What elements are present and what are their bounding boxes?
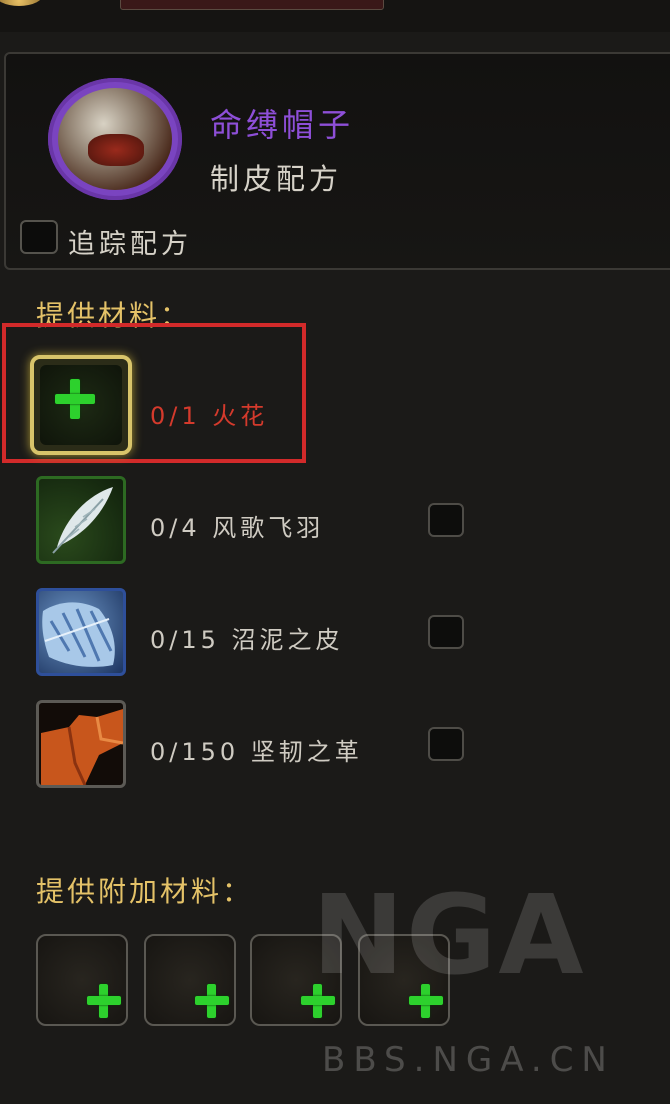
reagent-name: 风歌飞羽 <box>212 514 325 542</box>
reagent-slot-feather[interactable] <box>36 476 126 564</box>
reagent-name: 坚韧之革 <box>250 738 363 766</box>
reagent-name: 沼泥之皮 <box>231 626 344 654</box>
recipe-type: 制皮配方 <box>210 162 343 196</box>
track-recipe-label[interactable]: 追踪配方 <box>68 222 192 261</box>
blue-hide-icon <box>42 602 115 667</box>
leather-icon <box>41 709 123 785</box>
reagent-checkbox-feather[interactable] <box>428 503 464 537</box>
watermark-url: BBS.NGA.CN <box>322 1040 615 1080</box>
recipe-name: 命缚帽子 <box>210 106 355 144</box>
top-button[interactable] <box>120 0 384 10</box>
recipe-icon[interactable] <box>48 78 182 200</box>
reagent-count: 0/150 <box>150 738 240 766</box>
optional-reagent-slot-1[interactable] <box>36 934 128 1026</box>
reagent-row-leather: 0/150 坚韧之革 <box>150 732 363 767</box>
add-plus-icon <box>55 379 95 419</box>
reagent-slot-leather[interactable] <box>36 700 126 788</box>
watermark-logo: NGA <box>312 871 586 999</box>
reagent-count: 0/4 <box>150 514 201 542</box>
coin-icon <box>0 0 44 6</box>
reagent-slot-hide[interactable] <box>36 588 126 676</box>
feather-icon <box>52 487 113 554</box>
add-plus-icon <box>195 984 229 1018</box>
top-bar <box>0 0 670 32</box>
optional-reagent-slot-2[interactable] <box>144 934 236 1026</box>
reagent-row-feather: 0/4 风歌飞羽 <box>150 508 324 543</box>
reagent-count: 0/15 <box>150 626 220 654</box>
track-recipe-checkbox[interactable] <box>20 220 58 254</box>
reagent-count: 0/1 <box>150 402 201 430</box>
reagent-checkbox-leather[interactable] <box>428 727 464 761</box>
optional-reagents-title: 提供附加材料： <box>36 875 254 908</box>
reagent-row-hide: 0/15 沼泥之皮 <box>150 620 344 655</box>
add-plus-icon <box>87 984 121 1018</box>
reagent-row-spark: 0/1 火花 <box>150 396 268 431</box>
reagent-slot-spark[interactable] <box>30 355 132 455</box>
dragon-skull-helmet-icon <box>58 88 172 190</box>
reagent-name: 火花 <box>212 402 269 430</box>
reagent-checkbox-hide[interactable] <box>428 615 464 649</box>
